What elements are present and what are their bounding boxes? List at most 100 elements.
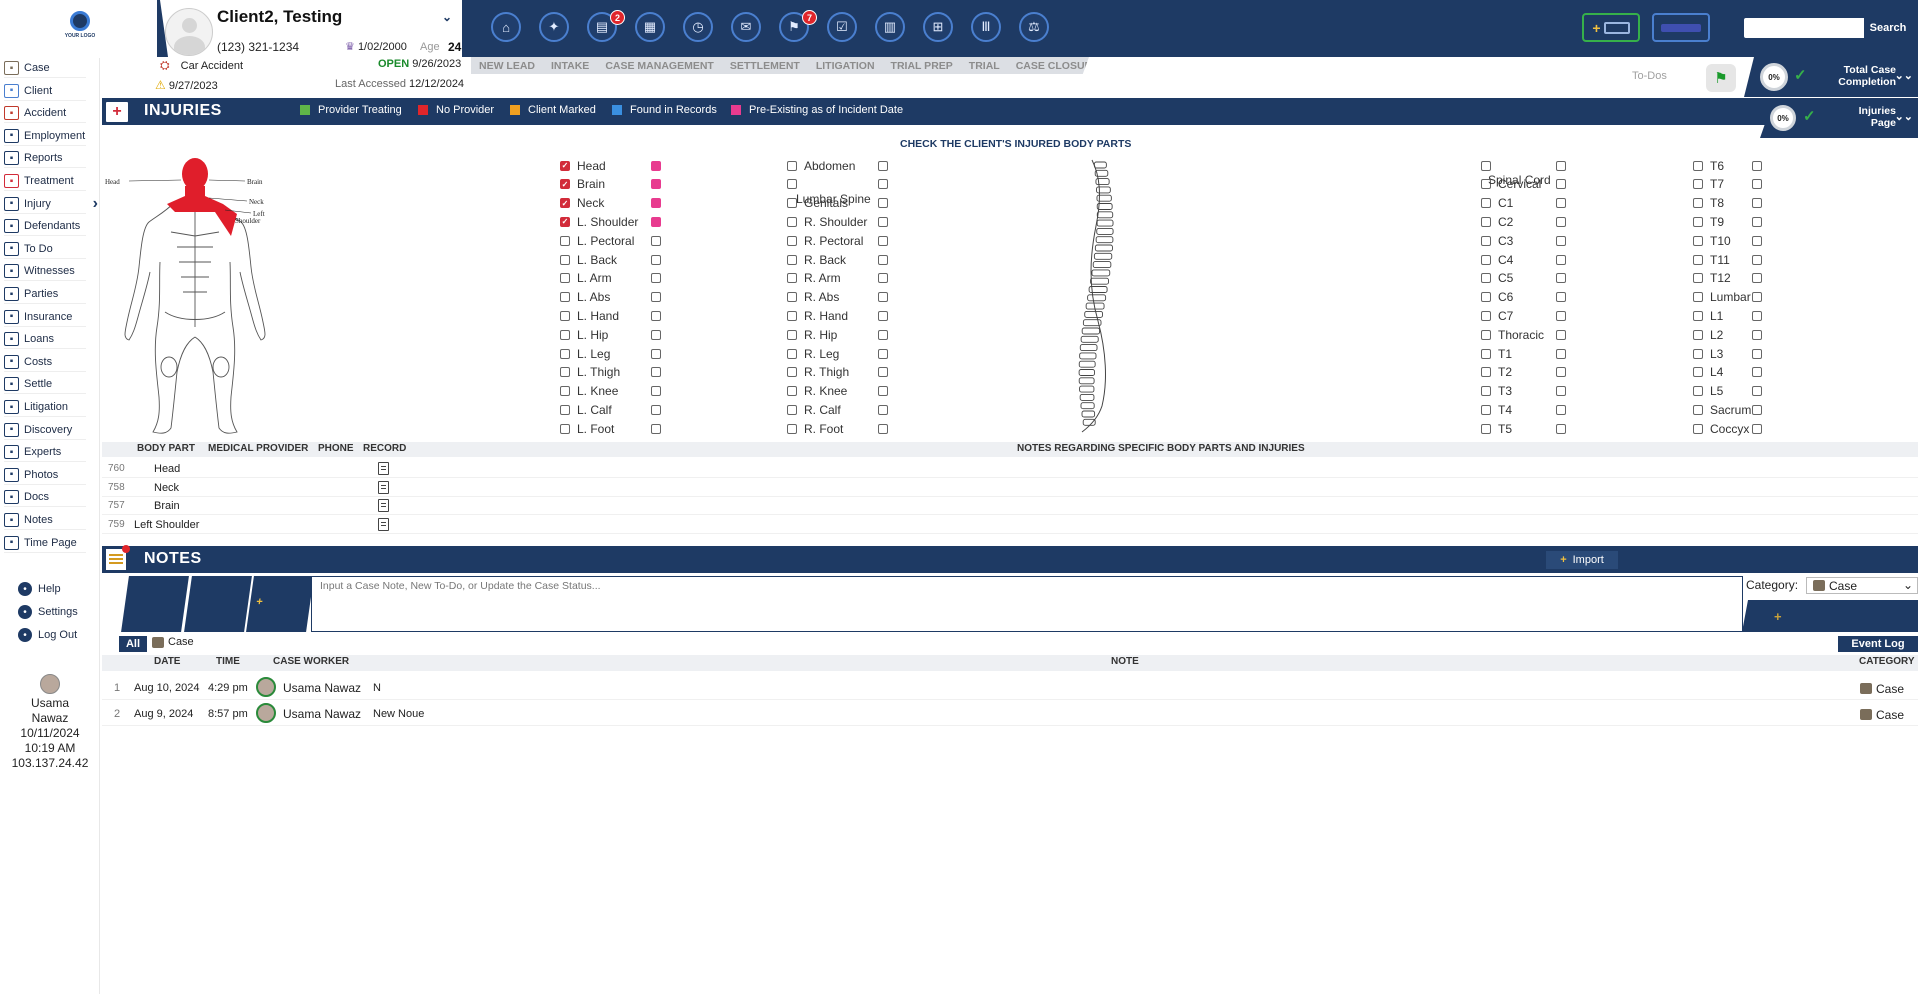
nav-clock-button[interactable]: ◷ xyxy=(683,12,713,42)
body-part-checkbox[interactable]: ✓ xyxy=(560,179,570,190)
note-row[interactable]: 1 Aug 10, 2024 4:29 pm Usama Nawaz N Case xyxy=(102,675,1918,700)
body-part-l4[interactable]: L4 xyxy=(1693,365,1723,380)
body-part-checkbox[interactable] xyxy=(1481,216,1491,227)
add-contact-button[interactable]: + xyxy=(1582,13,1640,42)
search-input[interactable] xyxy=(1744,18,1864,38)
body-part-l1[interactable]: L1 xyxy=(1693,308,1723,323)
search-button[interactable]: Search xyxy=(1864,18,1912,38)
body-part-checkbox[interactable] xyxy=(1693,292,1703,303)
sidebar-item-client[interactable]: ▪ Client xyxy=(4,82,86,101)
body-part-checkbox[interactable] xyxy=(787,404,797,415)
body-part-checkbox[interactable] xyxy=(560,386,570,397)
body-part-c5[interactable]: C5 xyxy=(1481,271,1513,286)
body-part-checkbox[interactable] xyxy=(787,292,797,303)
body-part-t1[interactable]: T1 xyxy=(1481,346,1512,361)
pre-existing-checkbox[interactable] xyxy=(651,273,661,284)
body-part-brain[interactable]: ✓ Brain xyxy=(560,177,605,192)
flag-button[interactable]: ⚑ xyxy=(1706,64,1736,92)
pre-existing-checkbox[interactable] xyxy=(878,179,888,190)
body-part-c1[interactable]: C1 xyxy=(1481,196,1513,211)
nav-checklist-button[interactable]: ☑ xyxy=(827,12,857,42)
pre-existing-checkbox[interactable] xyxy=(878,198,888,209)
body-part-checkbox[interactable] xyxy=(787,310,797,321)
sidebar-item-time-page[interactable]: ▪ Time Page xyxy=(4,534,86,553)
add-note-button[interactable]: + xyxy=(1742,600,1918,632)
body-part-c2[interactable]: C2 xyxy=(1481,214,1513,229)
body-part-checkbox[interactable] xyxy=(560,310,570,321)
body-part-checkbox[interactable] xyxy=(787,235,797,246)
record-document-icon[interactable] xyxy=(378,499,389,512)
worker-avatar[interactable] xyxy=(256,677,276,697)
sidebar-item-defendants[interactable]: ▪ Defendants xyxy=(4,217,86,237)
total-case-completion-panel[interactable]: 0% ✓ Total Case Completion ⌄⌄ xyxy=(1744,57,1918,97)
pre-existing-checkbox[interactable] xyxy=(878,235,888,246)
body-part-c6[interactable]: C6 xyxy=(1481,290,1513,305)
body-part-checkbox[interactable] xyxy=(1693,254,1703,265)
note-input[interactable]: Input a Case Note, New To-Do, or Update … xyxy=(311,576,1743,632)
pre-existing-checkbox[interactable] xyxy=(878,386,888,397)
pre-existing-checkbox[interactable] xyxy=(651,348,661,359)
body-part-checkbox[interactable] xyxy=(787,348,797,359)
pre-existing-checkbox[interactable] xyxy=(878,216,888,227)
sidebar-item-parties[interactable]: ▪ Parties xyxy=(4,285,86,304)
record-document-icon[interactable] xyxy=(378,517,389,531)
pre-existing-checkbox[interactable] xyxy=(1556,216,1566,227)
body-part-t12[interactable]: T12 xyxy=(1693,271,1731,286)
body-part-r-leg[interactable]: R. Leg xyxy=(787,346,839,361)
pre-existing-checkbox[interactable] xyxy=(1752,329,1762,340)
import-button[interactable]: + Import xyxy=(1546,551,1618,569)
body-part-l-calf[interactable]: L. Calf xyxy=(560,402,612,417)
body-part-checkbox[interactable] xyxy=(787,254,797,265)
sidebar-item-case[interactable]: ▪ Case xyxy=(4,59,86,78)
body-part-checkbox[interactable]: ✓ xyxy=(560,198,570,209)
note-type-tab-1[interactable] xyxy=(121,576,189,632)
body-part-checkbox[interactable] xyxy=(1481,235,1491,246)
body-part-r-shoulder[interactable]: R. Shoulder xyxy=(787,214,867,229)
sidebar-item-discovery[interactable]: ▪ Discovery xyxy=(4,421,86,440)
pre-existing-checkbox[interactable] xyxy=(1752,292,1762,303)
body-part-l2[interactable]: L2 xyxy=(1693,327,1723,342)
pre-existing-checkbox[interactable] xyxy=(1752,404,1762,415)
body-part-t9[interactable]: T9 xyxy=(1693,214,1724,229)
sidebar-item-settle[interactable]: ▪ Settle xyxy=(4,375,86,395)
body-part-checkbox[interactable] xyxy=(787,273,797,284)
body-part-lumbar[interactable]: Lumbar xyxy=(1693,290,1751,305)
sidebar-item-experts[interactable]: ▪ Experts xyxy=(4,443,86,463)
note-type-tab-3[interactable]: + xyxy=(246,576,314,632)
body-part-l3[interactable]: L3 xyxy=(1693,346,1723,361)
injury-table-row[interactable]: 759 Left Shoulder xyxy=(102,516,1918,534)
body-part-checkbox[interactable] xyxy=(1693,216,1703,227)
pre-existing-checkbox[interactable] xyxy=(1556,329,1566,340)
pre-existing-checkbox[interactable] xyxy=(1556,254,1566,265)
user-avatar[interactable] xyxy=(40,674,60,694)
pre-existing-checkbox[interactable] xyxy=(651,254,661,265)
pre-existing-checkbox[interactable] xyxy=(1556,179,1566,190)
stage-intake[interactable]: INTAKE xyxy=(543,60,597,72)
sidebar-item-loans[interactable]: ▪ Loans xyxy=(4,330,86,350)
body-part-t11[interactable]: T11 xyxy=(1693,252,1730,267)
body-part-checkbox[interactable] xyxy=(787,367,797,378)
pre-existing-checkbox[interactable] xyxy=(1556,404,1566,415)
pre-existing-checkbox[interactable] xyxy=(1556,160,1566,171)
nav-home-button[interactable]: ⌂ xyxy=(491,12,521,42)
body-part-r-knee[interactable]: R. Knee xyxy=(787,384,847,399)
body-part-checkbox[interactable] xyxy=(787,216,797,227)
sidebar-item-accident[interactable]: ▪ Accident xyxy=(4,104,86,124)
body-part-checkbox[interactable] xyxy=(560,423,570,434)
injury-table-row[interactable]: 760 Head xyxy=(102,460,1918,478)
sidebar-item-costs[interactable]: ▪ Costs xyxy=(4,353,86,372)
category-select[interactable]: Case ⌄ xyxy=(1806,577,1918,594)
pre-existing-checkbox[interactable] xyxy=(1752,179,1762,190)
sidebar-item-docs[interactable]: ▪ Docs xyxy=(4,488,86,508)
stage-new-lead[interactable]: NEW LEAD xyxy=(471,60,543,72)
pre-existing-checkbox[interactable] xyxy=(1752,348,1762,359)
record-document-icon[interactable] xyxy=(378,480,389,494)
body-part-checkbox[interactable] xyxy=(1693,160,1703,171)
body-part-l-back[interactable]: L. Back xyxy=(560,252,617,267)
body-part-checkbox[interactable] xyxy=(1693,423,1703,434)
sidebar-item-litigation[interactable]: ▪ Litigation xyxy=(4,398,86,417)
sidebar-settings-link[interactable]: • Settings xyxy=(18,605,78,619)
stage-litigation[interactable]: LITIGATION xyxy=(808,60,883,72)
client-name[interactable]: Client2, Testing xyxy=(217,7,342,27)
body-part-l-leg[interactable]: L. Leg xyxy=(560,346,610,361)
